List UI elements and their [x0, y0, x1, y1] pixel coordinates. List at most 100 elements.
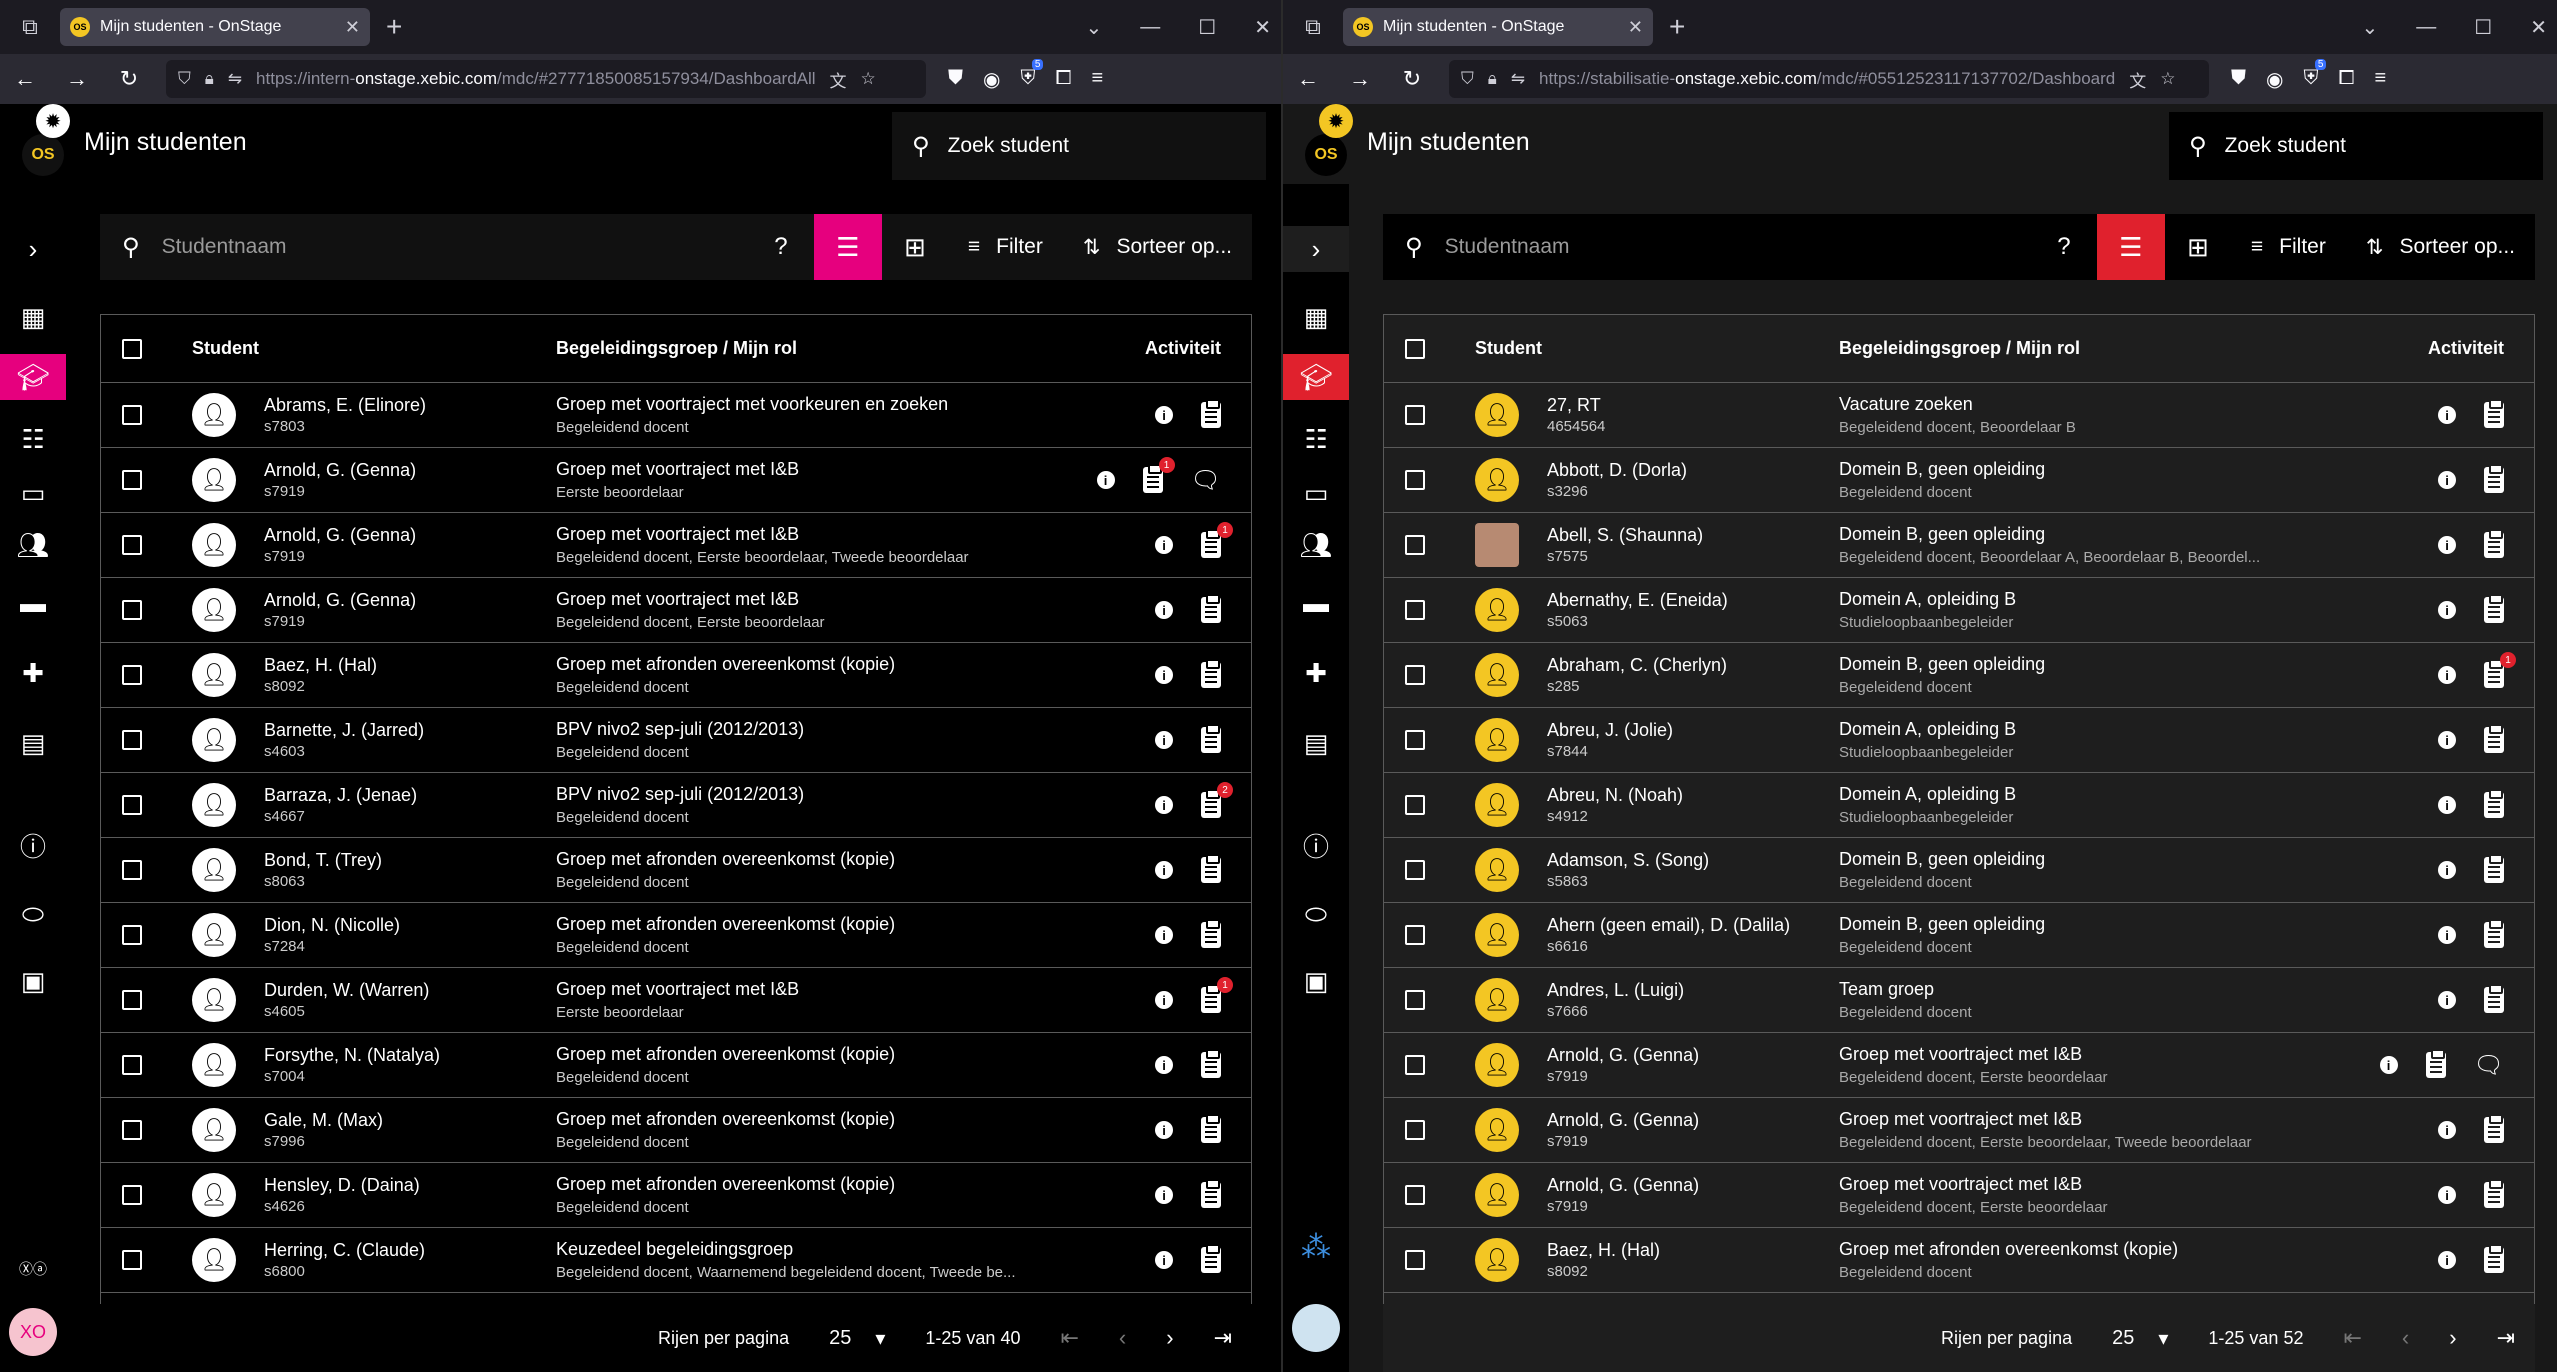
feedback-icon[interactable]: ▣ [0, 958, 66, 1004]
student-cell[interactable]: Arnold, G. (Genna) s7919 [264, 525, 556, 565]
maximize-icon[interactable]: ☐ [1198, 15, 1216, 40]
table-row[interactable]: 👤︎ Andres, L. (Luigi) s7666 Team groep Begel… [1384, 968, 2534, 1033]
clipboard-icon[interactable]: 1 [1142, 457, 1175, 493]
info-icon[interactable]: i [2438, 991, 2456, 1009]
row-checkbox[interactable] [122, 990, 142, 1010]
table-row[interactable]: 👤︎ Baez, H. (Hal) s8092 Groep met afronden … [1384, 1228, 2534, 1293]
row-checkbox[interactable] [1405, 730, 1425, 750]
back-icon[interactable]: ← [1293, 66, 1323, 92]
student-cell[interactable]: Abell, S. (Shaunna) s7575 [1547, 525, 1839, 565]
close-window-icon[interactable]: ✕ [2530, 15, 2547, 40]
clipboard-icon[interactable] [1201, 854, 1221, 883]
clipboard-icon[interactable]: 1 [1201, 522, 1233, 558]
list-all-tabs-icon[interactable]: ⌄ [1086, 15, 1103, 40]
info-icon[interactable]: i [1155, 731, 1173, 749]
clipboard-icon[interactable] [1201, 659, 1221, 688]
row-checkbox[interactable] [1405, 1055, 1425, 1075]
menu-icon[interactable]: ≡ [2374, 67, 2386, 92]
info-icon[interactable]: i [2438, 471, 2456, 489]
student-cell[interactable]: Baez, H. (Hal) s8092 [1547, 1240, 1839, 1280]
table-row[interactable]: 👤︎ Gale, M. (Max) s7996 Groep met afronden … [101, 1098, 1251, 1163]
last-page-icon[interactable]: ⇥ [2497, 1325, 2515, 1351]
clipboard-icon[interactable]: 1 [2484, 652, 2516, 688]
clipboard-icon[interactable] [2484, 594, 2504, 623]
table-row[interactable]: 👤︎ Adamson, S. (Song) s5863 Domein B, geen … [1384, 838, 2534, 903]
student-name[interactable]: Abreu, J. (Jolie) [1547, 720, 1839, 741]
student-name[interactable]: Abbott, D. (Dorla) [1547, 460, 1839, 481]
chat-icon[interactable]: 🗨︎ [2474, 1051, 2504, 1080]
student-cell[interactable]: Durden, W. (Warren) s4605 [264, 980, 556, 1020]
info-icon[interactable]: i [2438, 536, 2456, 554]
toggle-icon[interactable]: ⬭ [0, 892, 66, 938]
permissions-icon[interactable]: ⇋ [228, 69, 242, 89]
bookmark-star-icon[interactable]: ☆ [2160, 69, 2175, 89]
document-icon[interactable]: ▤ [0, 720, 66, 766]
info-icon[interactable]: i [1155, 861, 1173, 879]
info-icon[interactable]: i [1155, 1186, 1173, 1204]
folder-icon[interactable]: ▬ [1283, 580, 1349, 626]
info-icon[interactable]: i [1096, 471, 1115, 489]
row-checkbox[interactable] [1405, 860, 1425, 880]
table-row[interactable]: 👤︎ Arnold, G. (Genna) s7919 Groep met voort… [1384, 1098, 2534, 1163]
row-checkbox[interactable] [122, 470, 142, 490]
menu-icon[interactable]: ≡ [1091, 67, 1103, 92]
info-icon[interactable]: i [2438, 731, 2456, 749]
student-cell[interactable]: Arnold, G. (Genna) s7919 [1547, 1110, 1839, 1150]
clipboard-icon[interactable]: 1 [1201, 977, 1233, 1013]
table-row[interactable]: 👤︎ Arnold, G. (Genna) s7919 Groep met voort… [101, 513, 1251, 578]
info-icon[interactable]: i [2438, 796, 2456, 814]
student-name[interactable]: Arnold, G. (Genna) [264, 590, 556, 611]
row-checkbox[interactable] [1405, 405, 1425, 425]
back-icon[interactable]: ← [10, 66, 40, 92]
expand-sidebar-icon[interactable]: › [0, 226, 66, 272]
table-row[interactable]: 👤︎ Arnold, G. (Genna) s7919 Groep met voort… [101, 448, 1251, 513]
help-icon[interactable]: ⓘ [1283, 822, 1349, 868]
table-row[interactable]: 👤︎ Bond, T. (Trey) s8063 Groep met afronden… [101, 838, 1251, 903]
table-row[interactable]: 👤︎ Forsythe, N. (Natalya) s7004 Groep met a… [101, 1033, 1251, 1098]
row-checkbox[interactable] [1405, 600, 1425, 620]
clipboard-icon[interactable] [2484, 724, 2504, 753]
grid-view-icon[interactable]: ⊞ [2165, 232, 2231, 263]
info-icon[interactable]: i [1155, 796, 1173, 814]
clipboard-icon[interactable] [2484, 984, 2504, 1013]
sort-button[interactable]: ⇅ Sorteer op... [1063, 235, 1252, 260]
sort-button[interactable]: ⇅ Sorteer op... [2346, 235, 2535, 260]
checklist-icon[interactable]: ☷ [1283, 416, 1349, 462]
student-search[interactable]: ⚲ Studentnaam [100, 233, 748, 262]
table-row[interactable]: 👤︎ Baez, H. (Hal) s8092 Groep met afronden … [101, 643, 1251, 708]
info-icon[interactable]: i [2438, 1186, 2456, 1204]
address-bar[interactable]: ⛉ 🔒︎ ⇋ https://intern-onstage.xebic.com/… [166, 60, 926, 98]
shield-icon[interactable]: ⛉ [178, 69, 191, 89]
permissions-icon[interactable]: ⇋ [1511, 69, 1525, 89]
info-icon[interactable]: i [1155, 991, 1173, 1009]
student-cell[interactable]: Bond, T. (Trey) s8063 [264, 850, 556, 890]
pocket-icon[interactable]: ⛊ [2231, 67, 2246, 92]
select-all-checkbox[interactable] [122, 338, 142, 359]
student-cell[interactable]: Dion, N. (Nicolle) s7284 [264, 915, 556, 955]
zoek-student-button[interactable]: ⚲ Zoek student [2169, 112, 2543, 180]
new-tab-icon[interactable]: + [386, 11, 402, 43]
extension-shield-icon[interactable]: ⛨ 5 [2303, 58, 2327, 92]
checklist-icon[interactable]: ☷ [0, 416, 66, 462]
student-cell[interactable]: Gale, M. (Max) s7996 [264, 1110, 556, 1150]
row-checkbox[interactable] [122, 730, 142, 750]
bug-icon[interactable]: ✹ [36, 104, 70, 138]
student-name[interactable]: Ahern (geen email), D. (Dalila) [1547, 915, 1839, 936]
student-name[interactable]: Dion, N. (Nicolle) [264, 915, 556, 936]
clipboard-icon[interactable] [1201, 399, 1221, 428]
student-name[interactable]: Durden, W. (Warren) [264, 980, 556, 1001]
translate-icon[interactable]: 文 [2129, 67, 2146, 92]
info-icon[interactable]: i [2438, 406, 2456, 424]
clipboard-icon[interactable] [1201, 1049, 1221, 1078]
clipboard-icon[interactable] [1201, 919, 1221, 948]
info-icon[interactable]: i [1155, 1251, 1173, 1269]
student-name[interactable]: Arnold, G. (Genna) [1547, 1175, 1839, 1196]
student-name[interactable]: Baez, H. (Hal) [264, 655, 556, 676]
clipboard-icon[interactable] [2484, 399, 2504, 428]
clipboard-icon[interactable] [2484, 919, 2504, 948]
user-avatar-photo[interactable] [1292, 1304, 1340, 1352]
table-row[interactable]: 👤︎ Abreu, J. (Jolie) s7844 Domein A, opleid… [1384, 708, 2534, 773]
clipboard-icon[interactable] [2484, 854, 2504, 883]
table-row[interactable]: 👤︎ Abraham, C. (Cherlyn) s285 Domein B, gee… [1384, 643, 2534, 708]
student-cell[interactable]: Barnette, J. (Jarred) s4603 [264, 720, 556, 760]
